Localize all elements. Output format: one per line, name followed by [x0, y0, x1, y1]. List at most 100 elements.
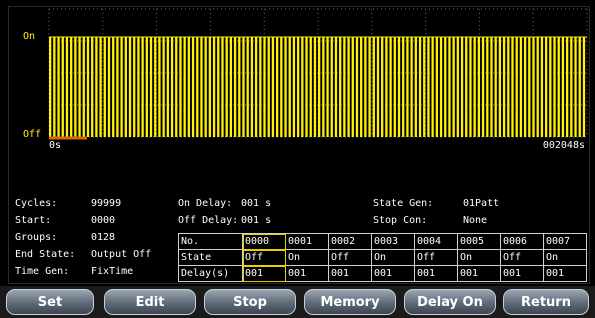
delay-cell[interactable]: 001	[543, 265, 587, 282]
delay-cell[interactable]: 001	[414, 265, 458, 282]
state-cell[interactable]: Off	[414, 249, 458, 266]
y-axis-off-label: Off	[23, 129, 42, 140]
row-label-delay: Delay(s)	[178, 265, 243, 282]
stop-softkey[interactable]: Stop	[204, 289, 296, 315]
no-cell[interactable]: 0003	[371, 233, 415, 250]
state-bar	[490, 37, 493, 137]
state-bar	[360, 37, 363, 137]
state-bar	[343, 37, 346, 137]
no-cell[interactable]: 0007	[543, 233, 587, 250]
row-label-no: No.	[178, 233, 243, 250]
state-bar	[355, 37, 359, 137]
state-bar	[259, 37, 262, 137]
sequence-table: No. 0000 0001 0002 0003 0004 0005 0006 0…	[178, 233, 587, 282]
on-delay-value: 001 s	[241, 198, 272, 209]
delay-cell[interactable]: 001	[371, 265, 415, 282]
state-bar	[544, 37, 548, 137]
no-cell[interactable]: 0000	[242, 233, 286, 250]
state-bar	[275, 37, 279, 137]
state-bar	[141, 37, 144, 137]
return-softkey[interactable]: Return	[503, 289, 589, 315]
state-bar	[91, 37, 94, 137]
state-bar	[406, 37, 409, 137]
state-bar	[549, 37, 552, 137]
state-bar	[49, 37, 52, 137]
state-bar	[410, 37, 413, 137]
state-bar	[385, 37, 388, 137]
state-bar	[162, 37, 165, 137]
state-bar	[427, 37, 430, 137]
state-bar	[473, 37, 476, 137]
no-cell[interactable]: 0006	[500, 233, 544, 250]
state-bar	[502, 37, 506, 137]
off-delay-value: 001 s	[241, 215, 272, 226]
state-bar	[70, 37, 73, 137]
state-bar	[238, 37, 241, 137]
state-bar	[574, 37, 577, 137]
delay-cell[interactable]: 001	[242, 265, 286, 282]
memory-softkey[interactable]: Memory	[304, 289, 396, 315]
state-bar	[444, 37, 447, 137]
state-bar	[494, 37, 497, 137]
state-bar	[347, 37, 350, 137]
start-value: 0000	[91, 215, 116, 226]
state-bar	[469, 37, 472, 137]
state-cell[interactable]: On	[457, 249, 501, 266]
state-bar	[191, 37, 195, 137]
row-label-state: State	[178, 249, 243, 266]
table-row-no: No. 0000 0001 0002 0003 0004 0005 0006 0…	[178, 233, 587, 250]
delay-cell[interactable]: 001	[328, 265, 372, 282]
state-bar	[288, 37, 291, 137]
softkey-bar: Set Edit Stop Memory Delay On Return	[0, 286, 595, 318]
edit-softkey[interactable]: Edit	[104, 289, 196, 315]
state-cell[interactable]: Off	[242, 249, 286, 266]
state-bar	[120, 37, 123, 137]
state-bar	[246, 37, 249, 137]
state-bar	[280, 37, 283, 137]
delay-cell[interactable]: 001	[457, 265, 501, 282]
state-bar	[82, 37, 85, 137]
start-label: Start:	[15, 215, 52, 226]
state-gen-value: 01Patt	[463, 198, 500, 209]
state-bar	[65, 37, 69, 137]
state-bar	[254, 37, 258, 137]
state-bar	[339, 37, 342, 137]
table-row-state: State Off On Off On Off On Off On	[178, 249, 587, 266]
delay-cell[interactable]: 001	[285, 265, 329, 282]
state-bar	[448, 37, 451, 137]
state-bar	[116, 37, 119, 137]
state-cell[interactable]: Off	[500, 249, 544, 266]
no-cell[interactable]: 0004	[414, 233, 458, 250]
state-bar	[284, 37, 287, 137]
set-softkey[interactable]: Set	[6, 289, 94, 315]
stop-con-value: None	[463, 215, 488, 226]
state-bar	[452, 37, 455, 137]
state-cell[interactable]: On	[285, 249, 329, 266]
no-cell[interactable]: 0002	[328, 233, 372, 250]
state-cell[interactable]: Off	[328, 249, 372, 266]
state-bar	[561, 37, 565, 137]
state-bar	[334, 37, 338, 137]
state-bar	[523, 37, 527, 137]
state-cell[interactable]: On	[543, 249, 587, 266]
state-bar	[389, 37, 392, 137]
state-bar	[402, 37, 405, 137]
end-state-value: Output Off	[91, 249, 152, 260]
delay-cell[interactable]: 001	[500, 265, 544, 282]
state-bar	[397, 37, 401, 137]
state-bar	[292, 37, 296, 137]
cycles-label: Cycles:	[15, 198, 58, 209]
state-cell[interactable]: On	[371, 249, 415, 266]
state-bar	[145, 37, 148, 137]
state-bar	[456, 37, 460, 137]
no-cell[interactable]: 0005	[457, 233, 501, 250]
state-bar	[112, 37, 115, 137]
no-cell[interactable]: 0001	[285, 233, 329, 250]
state-bar	[532, 37, 535, 137]
groups-value: 0128	[91, 232, 116, 243]
state-bar	[481, 37, 485, 137]
delay-on-softkey[interactable]: Delay On	[404, 289, 496, 315]
state-bar	[133, 37, 136, 137]
state-bar	[57, 37, 60, 137]
state-gen-label: State Gen:	[373, 198, 434, 209]
